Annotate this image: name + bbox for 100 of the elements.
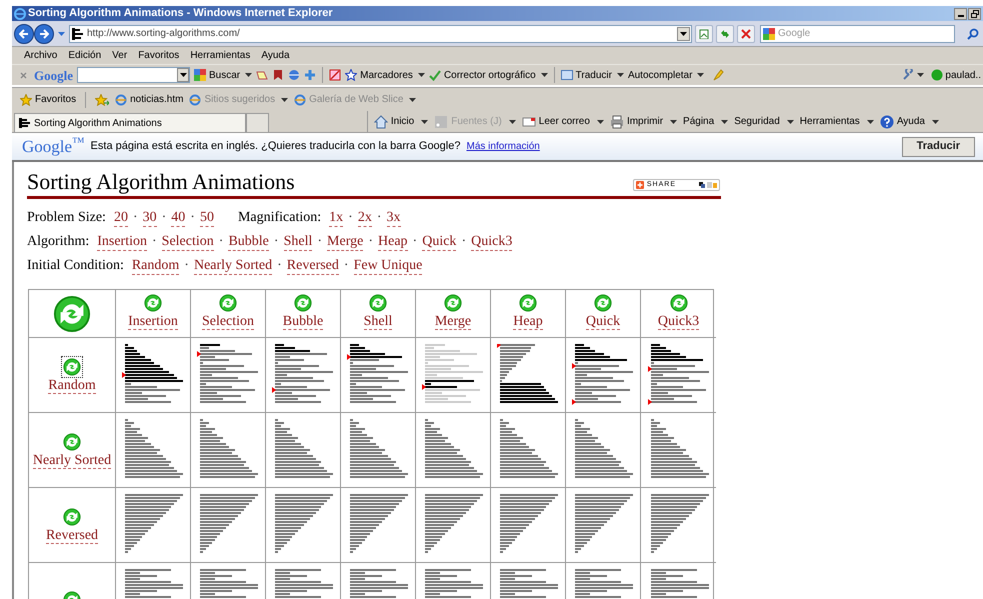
menu-item[interactable]: Edición <box>68 48 102 63</box>
settings-button[interactable] <box>902 69 924 81</box>
close-icon <box>741 28 751 38</box>
forward-button[interactable] <box>34 24 54 44</box>
option-link[interactable]: 40 <box>171 210 186 226</box>
refresh-button[interactable] <box>716 24 734 42</box>
option-link[interactable]: 3x <box>386 210 400 226</box>
command-button[interactable]: Ayuda <box>880 114 939 129</box>
option-link[interactable]: Nearly Sorted <box>194 258 272 274</box>
sorting-bars-drawing <box>347 494 409 556</box>
option-link[interactable]: Quick3 <box>471 234 512 250</box>
sorting-bars-drawing <box>648 344 710 406</box>
row-link[interactable]: Random <box>48 378 96 394</box>
add-favorite-icon <box>95 94 110 106</box>
option-link[interactable]: Random <box>132 258 180 274</box>
toolbar-button[interactable]: Traducir <box>560 68 624 82</box>
stop-button[interactable] <box>737 24 755 42</box>
browser-tab[interactable]: Sorting Algorithm Animations <box>14 113 246 132</box>
favorites-button[interactable]: Favoritos <box>20 92 76 107</box>
sorting-bars-drawing <box>122 419 184 481</box>
toolbar-button[interactable]: Corrector ortográfico <box>428 68 548 82</box>
separator: · <box>218 233 224 251</box>
refresh-icon <box>594 294 612 312</box>
command-button[interactable]: Imprimir <box>610 114 678 129</box>
sorting-bars-drawing <box>422 344 484 406</box>
account-button[interactable]: paulad.. <box>931 68 981 82</box>
sorting-bars-drawing <box>497 419 559 481</box>
address-field[interactable]: http://www.sorting-algorithms.com/ <box>69 24 692 42</box>
menu-item[interactable]: Archivo <box>24 48 58 63</box>
translate-button[interactable]: Traducir <box>902 136 975 156</box>
caret-icon <box>721 120 728 124</box>
option-label: Magnification: <box>238 209 322 227</box>
column-link[interactable]: Selection <box>202 314 254 330</box>
command-button[interactable]: Leer correo <box>522 114 604 129</box>
option-link[interactable]: 50 <box>200 210 214 226</box>
back-button[interactable] <box>14 24 34 44</box>
sorting-bars-drawing <box>197 419 259 481</box>
option-link[interactable]: Bubble <box>228 234 269 250</box>
restore-button[interactable] <box>968 8 981 20</box>
option-link[interactable]: Insertion <box>97 234 147 250</box>
sorting-bars-drawing <box>497 344 559 406</box>
sorting-bars-drawing <box>497 494 559 556</box>
option-link[interactable]: Heap <box>378 234 408 250</box>
caret-icon <box>58 32 65 36</box>
option-link[interactable]: Few Unique <box>354 258 422 274</box>
column-link[interactable]: Bubble <box>282 314 324 330</box>
option-link[interactable]: Merge <box>327 234 364 250</box>
option-link[interactable]: Shell <box>284 234 312 250</box>
address-dropdown-button[interactable] <box>677 26 690 40</box>
column-link[interactable]: Shell <box>364 314 392 330</box>
option-link[interactable]: 30 <box>142 210 157 226</box>
column-link[interactable]: Merge <box>434 314 472 330</box>
command-button[interactable]: Herramientas <box>800 114 874 129</box>
menu-item[interactable]: Favoritos <box>138 48 180 63</box>
option-label: Algorithm: <box>27 233 90 251</box>
sorting-bars-drawing <box>572 344 634 406</box>
command-button[interactable]: Página <box>683 114 728 129</box>
menu-item[interactable]: Ver <box>112 48 128 63</box>
option-link[interactable]: 1x <box>329 210 344 226</box>
option-link[interactable]: Reversed <box>286 258 339 274</box>
sorting-bars-drawing <box>572 494 634 556</box>
command-button[interactable]: Seguridad <box>734 114 794 129</box>
row-link[interactable]: Reversed <box>46 528 98 544</box>
page-icon <box>19 118 31 128</box>
option-link[interactable]: 20 <box>114 210 128 226</box>
row-link[interactable]: Nearly Sorted <box>32 452 112 468</box>
option-link[interactable]: Selection <box>162 234 214 250</box>
home-icon <box>374 114 388 128</box>
close-icon <box>20 72 27 78</box>
separator: · <box>277 257 282 275</box>
column-link[interactable]: Quick <box>586 314 620 330</box>
menu-item[interactable]: Herramientas <box>190 48 250 63</box>
command-button[interactable]: Inicio <box>374 114 428 129</box>
search-field[interactable]: Google <box>778 26 954 42</box>
window-title: Sorting Algorithm Animations - Windows Internet Explorer <box>28 8 333 19</box>
toolbar-button[interactable]: Buscar <box>194 68 252 82</box>
search-box[interactable]: Google <box>760 24 955 42</box>
toolbar-button[interactable]: Marcadores <box>345 68 425 82</box>
toolbar-button[interactable]: Autocompletar <box>628 68 704 82</box>
block-icon <box>329 69 342 81</box>
separator: · <box>376 209 382 227</box>
colored-squares-icon <box>763 28 775 40</box>
compatibility-button[interactable] <box>695 24 713 42</box>
option-link[interactable]: Quick <box>422 234 456 250</box>
column-link[interactable]: Heap <box>513 314 543 330</box>
column-link[interactable]: Insertion <box>128 314 178 330</box>
option-link[interactable]: 2x <box>358 210 372 226</box>
separator: · <box>132 209 138 227</box>
menu-item[interactable]: Ayuda <box>261 48 290 63</box>
highlighter-icon <box>712 69 724 81</box>
more-info-link[interactable]: Más información <box>466 139 540 154</box>
column-link[interactable]: Quick3 <box>658 314 700 330</box>
status-dot-icon <box>931 69 944 81</box>
search-field[interactable] <box>77 67 190 83</box>
minimize-button[interactable] <box>954 8 967 20</box>
favorite-link[interactable]: noticias.htm <box>115 92 184 107</box>
separator: · <box>344 257 349 275</box>
sorting-bars-drawing <box>347 344 409 406</box>
caret-icon <box>180 73 186 77</box>
caret-icon <box>281 98 288 102</box>
